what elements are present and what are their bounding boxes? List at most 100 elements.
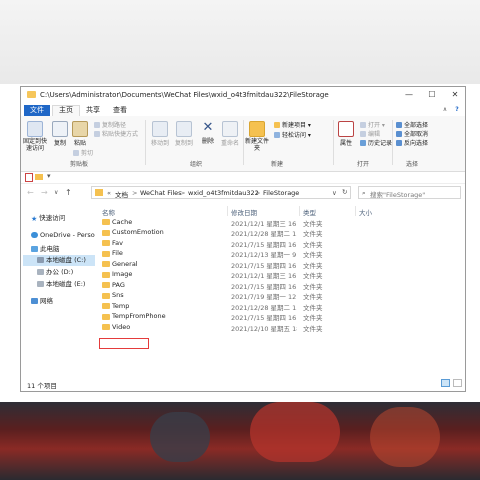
paste-shortcut-button[interactable]: 粘贴快捷方式 xyxy=(94,129,138,138)
file-date: 2021/7/15 星期四 16:... xyxy=(231,261,297,270)
edit-label: 编辑 xyxy=(368,131,381,138)
new-item-button[interactable]: 新建项目 ▾ xyxy=(274,120,311,129)
easy-access-icon xyxy=(274,132,280,138)
nav-onedrive[interactable]: OneDrive - Perso xyxy=(31,230,95,241)
drive-icon xyxy=(37,257,44,263)
copy-label: 复制 xyxy=(53,140,66,147)
drive-icon xyxy=(37,269,44,275)
cut-button[interactable]: 剪切 xyxy=(73,148,93,157)
crumb-filestorage[interactable]: FileStorage xyxy=(263,189,299,197)
easy-access-button[interactable]: 轻松访问 ▾ xyxy=(274,130,311,139)
maximize-button[interactable]: ☐ xyxy=(424,89,440,101)
large-icons-view-icon[interactable] xyxy=(453,379,462,387)
file-row[interactable]: Temp 2021/12/28 星期二 1... 文件夹 xyxy=(97,301,337,312)
rename-button[interactable]: 重命名 xyxy=(220,121,240,147)
file-name: CustomEmotion xyxy=(112,228,164,236)
file-name: General xyxy=(112,259,138,268)
copy-icon xyxy=(52,121,68,137)
crumb-wxid[interactable]: wxid_o4t3fmitdau322 xyxy=(188,189,259,197)
history-button[interactable]: 历史记录 xyxy=(360,138,392,147)
pin-icon xyxy=(27,121,43,137)
file-name: Fav xyxy=(112,238,123,247)
pin-quick-access-button[interactable]: 固定到快速访问 xyxy=(23,121,47,152)
copy-to-button[interactable]: 复制到 xyxy=(173,121,195,147)
delete-label: 删除 xyxy=(201,138,214,145)
refresh-icon[interactable]: ↻ xyxy=(342,188,347,196)
copy-path-button[interactable]: 复制路径 xyxy=(94,120,126,129)
file-row[interactable]: Sns 2021/7/19 星期一 12:... 文件夹 xyxy=(97,291,337,301)
ribbon: 固定到快速访问 复制 粘贴 复制路径 粘贴快捷方式 剪切 剪贴板 移动到 复制到 xyxy=(21,116,465,172)
properties-button[interactable]: 属性 xyxy=(337,121,355,147)
file-type: 文件夹 xyxy=(303,230,323,238)
nav-onedrive-label: OneDrive - Perso xyxy=(40,231,95,239)
new-item-label: 新建项目 ▾ xyxy=(282,122,311,129)
recent-locations-icon[interactable]: ∨ xyxy=(54,189,58,196)
tab-view[interactable]: 查看 xyxy=(107,105,133,116)
select-all-button[interactable]: 全部选择 xyxy=(396,120,428,129)
file-date: 2021/7/19 星期一 12:... xyxy=(231,293,297,301)
column-header-size[interactable]: 大小 xyxy=(359,207,372,217)
nav-network-label: 网络 xyxy=(40,297,53,305)
close-button[interactable]: ✕ xyxy=(447,89,463,101)
search-input[interactable]: ⌕ 搜索"FileStorage" xyxy=(358,186,461,199)
folder-icon xyxy=(102,282,110,288)
tab-share[interactable]: 共享 xyxy=(80,105,106,116)
new-folder-qat-icon[interactable] xyxy=(35,174,43,180)
rename-icon xyxy=(222,121,238,137)
new-folder-button[interactable]: 新建文件夹 xyxy=(245,121,269,152)
file-explorer-window: C:\Users\Administrator\Documents\WeChat … xyxy=(20,86,466,392)
details-view-icon[interactable] xyxy=(441,379,450,387)
copy-to-label: 复制到 xyxy=(174,140,193,147)
customize-qat-icon[interactable]: ▾ xyxy=(47,172,51,180)
column-header-type[interactable]: 类型 xyxy=(303,207,316,217)
nav-drive-c[interactable]: 本地磁盘 (C:) xyxy=(23,255,95,266)
column-header-name[interactable]: 名称 xyxy=(102,207,115,217)
file-row[interactable]: Fav 2021/7/15 星期四 16:... 文件夹 xyxy=(97,238,337,249)
file-row[interactable]: Image 2021/12/1 星期三 16:... 文件夹 xyxy=(97,270,337,280)
delete-button[interactable]: ✕ 删除 xyxy=(199,121,217,146)
select-none-button[interactable]: 全部取消 xyxy=(396,129,428,138)
open-icon xyxy=(360,122,366,128)
edit-button[interactable]: 编辑 xyxy=(360,129,380,138)
file-row[interactable]: Video 2021/12/10 星期五 18:... 文件夹 xyxy=(97,322,337,333)
up-arrow-icon[interactable]: ↑ xyxy=(65,188,72,197)
help-icon[interactable]: ? xyxy=(453,105,461,114)
column-header-date[interactable]: 修改日期 xyxy=(231,207,257,217)
file-row[interactable]: TempFromPhone 2021/7/15 星期四 16:... 文件夹 xyxy=(97,312,337,322)
crumb-documents[interactable]: 文档 xyxy=(115,189,128,199)
paste-label: 粘贴 xyxy=(73,140,86,147)
copy-button[interactable]: 复制 xyxy=(51,121,69,147)
file-row[interactable]: Cache 2021/12/1 星期三 16:... 文件夹 xyxy=(97,217,337,228)
pin-label: 固定到快速访问 xyxy=(23,138,48,152)
crumb-overflow-icon[interactable]: « xyxy=(107,189,111,197)
back-arrow-icon[interactable]: ← xyxy=(27,188,34,197)
nav-drive-d[interactable]: 办公 (D:) xyxy=(37,267,73,278)
move-to-button[interactable]: 移动到 xyxy=(149,121,171,147)
minimize-button[interactable]: — xyxy=(401,89,417,101)
file-row[interactable]: CustomEmotion 2021/12/28 星期二 1... 文件夹 xyxy=(97,228,337,238)
network-icon xyxy=(31,298,38,304)
invert-selection-button[interactable]: 反向选择 xyxy=(396,138,428,147)
nav-quick-access[interactable]: ★ 快速访问 xyxy=(31,213,65,224)
invert-selection-label: 反向选择 xyxy=(404,140,429,147)
paste-button[interactable]: 粘贴 xyxy=(71,121,89,147)
copy-path-icon xyxy=(94,122,100,128)
file-row[interactable]: General 2021/7/15 星期四 16:... 文件夹 xyxy=(97,259,337,270)
nav-this-pc[interactable]: 此电脑 xyxy=(31,244,60,255)
nav-network[interactable]: 网络 xyxy=(31,296,53,307)
properties-qat-icon[interactable] xyxy=(25,173,33,182)
tab-file[interactable]: 文件 xyxy=(24,105,50,116)
address-dropdown-icon[interactable]: ∨ xyxy=(332,189,337,197)
open-button[interactable]: 打开 ▾ xyxy=(360,120,385,129)
paste-icon xyxy=(72,121,88,137)
forward-arrow-icon[interactable]: → xyxy=(41,188,48,197)
crumb-wechat-files[interactable]: WeChat Files xyxy=(140,189,182,197)
nav-drive-e[interactable]: 本地磁盘 (E:) xyxy=(37,279,85,290)
copy-to-icon xyxy=(176,121,192,137)
file-type: 文件夹 xyxy=(303,324,323,333)
file-row[interactable]: PAG 2021/7/15 星期四 16:... 文件夹 xyxy=(97,280,337,291)
computer-icon xyxy=(31,246,38,252)
collapse-ribbon-icon[interactable]: ∧ xyxy=(441,105,449,114)
address-input[interactable]: « 文档 > WeChat Files > wxid_o4t3fmitdau32… xyxy=(91,186,351,199)
file-row[interactable]: File 2021/12/13 星期一 9:... 文件夹 xyxy=(97,249,337,259)
